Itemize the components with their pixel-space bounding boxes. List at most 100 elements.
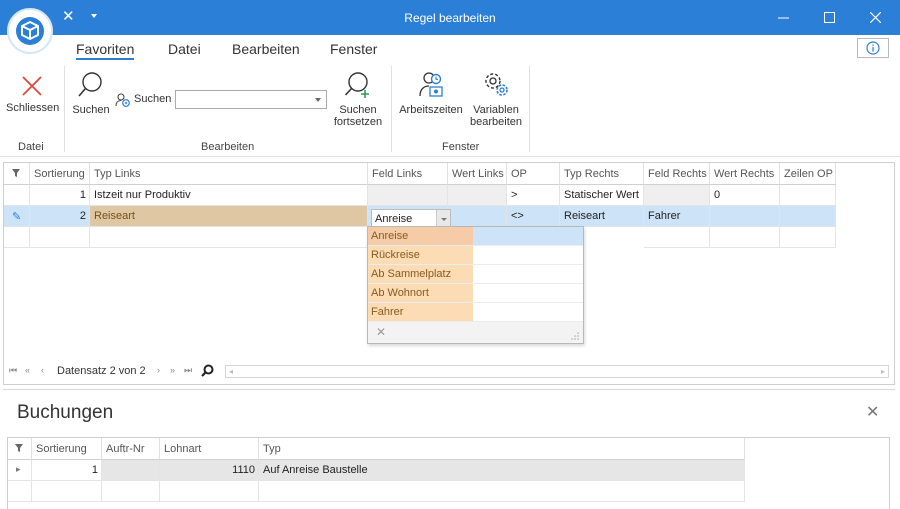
clear-icon[interactable]: ✕ [376, 325, 386, 339]
search-icon [78, 72, 102, 97]
minimize-button[interactable] [760, 0, 806, 35]
column-header-auftr-nr[interactable]: Auftr-Nr [102, 438, 160, 460]
cube-logo-icon [16, 17, 44, 45]
filter-icon [12, 169, 20, 177]
cell-feld-links[interactable] [368, 185, 448, 206]
cell-wert-links[interactable] [448, 206, 507, 227]
app-logo[interactable] [7, 8, 53, 54]
cell-typ[interactable]: Auf Anreise Baustelle [259, 460, 745, 481]
cell-empty[interactable] [102, 481, 160, 502]
next-record-icon[interactable]: › [157, 365, 160, 375]
bookings-grid: Sortierung Auftr-Nr Lohnart Typ ▸ 1 1110… [7, 437, 890, 509]
worktimes-button[interactable]: Arbeitszeiten [396, 70, 466, 116]
tab-bearbeiten[interactable]: Bearbeiten [232, 41, 300, 57]
dropdown-option[interactable]: Ab Wohnort [368, 284, 583, 303]
column-header-wert-links[interactable]: Wert Links [448, 163, 507, 185]
dropdown-option-label: Rückreise [368, 246, 473, 264]
info-button[interactable] [857, 38, 889, 58]
first-record-icon[interactable]: ⏮ [9, 365, 17, 376]
filter-header[interactable] [8, 438, 32, 460]
search-button[interactable]: Suchen [70, 70, 112, 116]
column-header-feld-links[interactable]: Feld Links [368, 163, 448, 185]
dropdown-option[interactable]: Anreise [368, 227, 583, 246]
column-header-typ-rechts[interactable]: Typ Rechts [560, 163, 644, 185]
search-continue-button[interactable]: Suchen fortsetzen [330, 70, 386, 128]
last-record-icon[interactable]: ⏭ [184, 365, 192, 376]
group-label-datei: Datei [18, 141, 44, 153]
cell-typ-rechts[interactable]: Reiseart [560, 206, 644, 227]
column-header-zeilen-op[interactable]: Zeilen OP [780, 163, 836, 185]
cell-empty[interactable] [160, 481, 259, 502]
previous-page-icon[interactable]: « [25, 365, 30, 375]
previous-record-icon[interactable]: ‹ [41, 365, 44, 375]
row-pointer-icon: ▸ [8, 460, 32, 481]
column-header-lohnart[interactable]: Lohnart [160, 438, 259, 460]
column-header-op[interactable]: OP [507, 163, 560, 185]
cell-typ-links[interactable]: Istzeit nur Produktiv [90, 185, 368, 206]
search-input[interactable] [175, 90, 327, 109]
maximize-button[interactable] [806, 0, 852, 35]
cell-sortierung[interactable]: 1 [32, 460, 102, 481]
cell-zeilen-op[interactable] [780, 185, 836, 206]
dropdown-option-label: Ab Wohnort [368, 284, 473, 302]
cell-zeilen-op[interactable] [780, 206, 836, 227]
record-count-text: Datensatz 2 von 2 [57, 365, 146, 377]
scroll-left-icon[interactable]: ◂ [229, 367, 233, 376]
record-navigator: ⏮ « ‹ Datensatz 2 von 2 › » ⏭ ◂ ▸ [5, 361, 890, 381]
edit-variables-button[interactable]: Variablen bearbeiten [468, 70, 524, 128]
cell-sortierung[interactable]: 2 [30, 206, 90, 227]
close-button[interactable]: Schliessen [6, 74, 59, 114]
cell-feld-rechts[interactable] [644, 185, 710, 206]
cell-wert-rechts[interactable]: 0 [710, 185, 780, 206]
cell-empty[interactable] [32, 481, 102, 502]
resize-grip-icon[interactable] [571, 332, 579, 340]
column-header-wert-rechts[interactable]: Wert Rechts [710, 163, 780, 185]
cell-empty[interactable] [259, 481, 745, 502]
search-continue-label-2: fortsetzen [333, 116, 383, 128]
next-page-icon[interactable]: » [170, 365, 175, 375]
cell-op[interactable]: > [507, 185, 560, 206]
menu-bar: Favoriten Datei Bearbeiten Fenster [0, 35, 900, 62]
tab-fenster[interactable]: Fenster [330, 41, 377, 57]
column-header-sortierung[interactable]: Sortierung [30, 163, 90, 185]
column-header-typ-links[interactable]: Typ Links [90, 163, 368, 185]
user-search-icon [115, 93, 130, 107]
dropdown-option[interactable]: Fahrer [368, 303, 583, 322]
scroll-right-icon[interactable]: ▸ [881, 367, 885, 376]
cell-feld-rechts[interactable]: Fahrer [644, 206, 710, 227]
dropdown-option-label: Ab Sammelplatz [368, 265, 473, 283]
cell-op[interactable]: <> [507, 206, 560, 227]
close-window-button[interactable] [852, 0, 898, 35]
bookings-close-icon[interactable]: ✕ [866, 402, 879, 422]
cell-empty[interactable] [90, 227, 368, 248]
edit-row-icon: ✎ [4, 206, 30, 227]
cell-sortierung[interactable]: 1 [30, 185, 90, 206]
cell-typ-links[interactable]: Reiseart [90, 206, 368, 227]
dropdown-option[interactable]: Ab Sammelplatz [368, 265, 583, 284]
row-indicator [8, 481, 32, 502]
dropdown-footer: ✕ [368, 322, 583, 343]
tab-favoriten[interactable]: Favoriten [76, 41, 135, 60]
cell-empty[interactable] [30, 227, 90, 248]
cell-lohnart[interactable]: 1110 [160, 460, 259, 481]
cell-empty[interactable] [780, 227, 836, 248]
cell-empty[interactable] [710, 227, 780, 248]
cell-typ-rechts[interactable]: Statischer Wert [560, 185, 644, 206]
search-continue-label-1: Suchen [339, 104, 377, 116]
group-separator [64, 66, 65, 152]
cell-wert-rechts[interactable] [710, 206, 780, 227]
column-header-typ[interactable]: Typ [259, 438, 745, 460]
chevron-down-icon[interactable] [315, 98, 321, 102]
horizontal-scrollbar[interactable]: ◂ ▸ [225, 365, 889, 378]
filter-header[interactable] [4, 163, 30, 185]
dropdown-option[interactable]: Rückreise [368, 246, 583, 265]
bookings-title: Buchungen [17, 402, 114, 423]
cell-wert-links[interactable] [448, 185, 507, 206]
group-separator [391, 66, 392, 152]
tab-datei[interactable]: Datei [168, 41, 201, 57]
cell-auftr-nr[interactable] [102, 460, 160, 481]
column-header-sortierung[interactable]: Sortierung [32, 438, 102, 460]
search-icon[interactable] [201, 364, 214, 377]
column-header-feld-rechts[interactable]: Feld Rechts [644, 163, 710, 185]
cell-empty[interactable] [644, 227, 710, 248]
